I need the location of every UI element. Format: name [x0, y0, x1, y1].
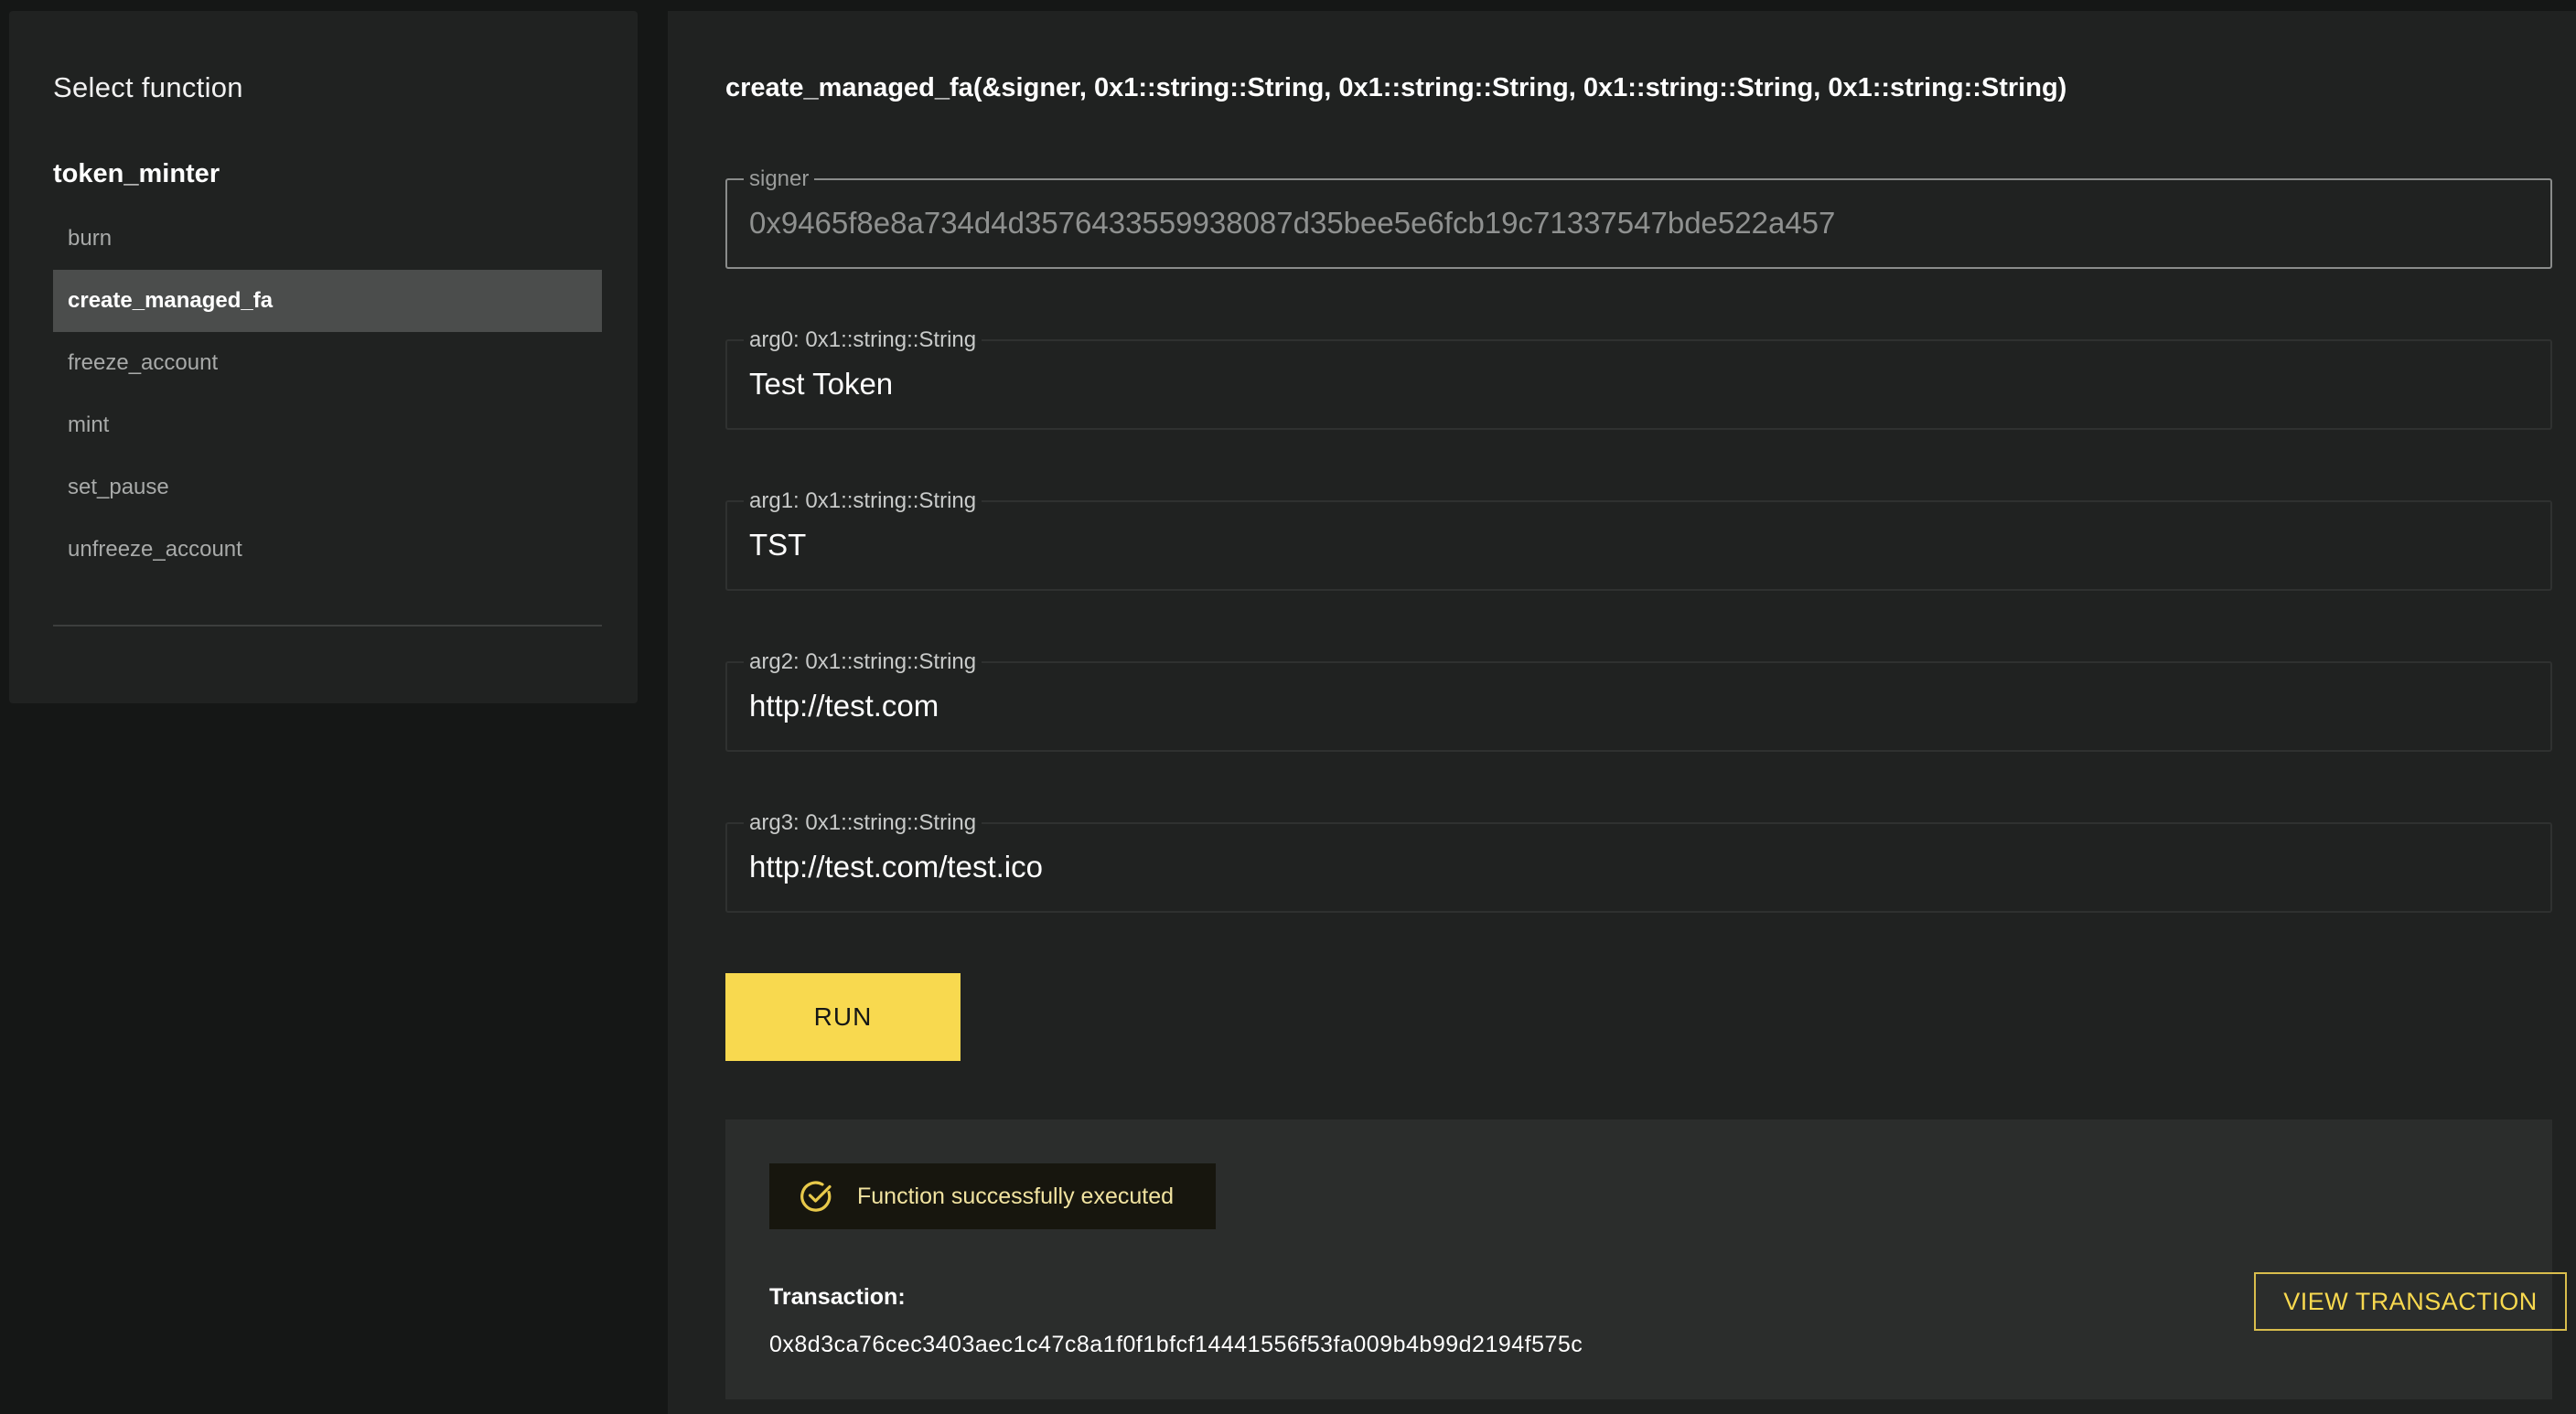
- success-message: Function successfully executed: [857, 1183, 1175, 1209]
- function-item-create-managed-fa[interactable]: create_managed_fa: [53, 270, 602, 332]
- transaction-hash: 0x8d3ca76cec3403aec1c47c8a1f0f1bfcf14441…: [769, 1332, 1583, 1357]
- arg1-field[interactable]: arg1: 0x1::string::String: [725, 488, 2552, 591]
- signer-input[interactable]: [749, 198, 2524, 249]
- view-transaction-button[interactable]: VIEW TRANSACTION: [2254, 1272, 2567, 1331]
- function-item-set-pause[interactable]: set_pause: [53, 456, 602, 519]
- sidebar-divider: [53, 625, 602, 627]
- signer-field[interactable]: signer: [725, 166, 2552, 269]
- result-panel: Function successfully executed Transacti…: [725, 1119, 2567, 1399]
- arg3-input[interactable]: [749, 841, 2524, 893]
- signer-field-label: signer: [749, 166, 810, 191]
- function-panel: create_managed_fa(&signer, 0x1::string::…: [668, 11, 2576, 1414]
- run-button[interactable]: RUN: [725, 973, 961, 1061]
- function-sidebar: Select function token_minter burn create…: [9, 11, 638, 703]
- arg2-field[interactable]: arg2: 0x1::string::String: [725, 649, 2552, 752]
- function-list: burn create_managed_fa freeze_account mi…: [53, 208, 602, 581]
- arg0-field[interactable]: arg0: 0x1::string::String: [725, 327, 2552, 430]
- module-name: token_minter: [53, 159, 220, 188]
- function-item-mint[interactable]: mint: [53, 394, 602, 456]
- arg2-field-label: arg2: 0x1::string::String: [749, 649, 977, 674]
- function-signature: create_managed_fa(&signer, 0x1::string::…: [725, 73, 2067, 102]
- arg0-input[interactable]: [749, 359, 2524, 410]
- function-item-freeze-account[interactable]: freeze_account: [53, 332, 602, 394]
- arg1-field-label: arg1: 0x1::string::String: [749, 488, 977, 513]
- arg0-field-label: arg0: 0x1::string::String: [749, 327, 977, 352]
- sidebar-heading: Select function: [53, 71, 243, 103]
- function-item-unfreeze-account[interactable]: unfreeze_account: [53, 519, 602, 581]
- arg2-input[interactable]: [749, 680, 2524, 732]
- transaction-label: Transaction:: [769, 1284, 906, 1310]
- success-toast: Function successfully executed: [769, 1163, 1216, 1229]
- arg3-field-label: arg3: 0x1::string::String: [749, 810, 977, 835]
- arg3-field[interactable]: arg3: 0x1::string::String: [725, 810, 2552, 913]
- check-circle-icon: [800, 1181, 832, 1212]
- function-item-burn[interactable]: burn: [53, 208, 602, 270]
- arg1-input[interactable]: [749, 520, 2524, 571]
